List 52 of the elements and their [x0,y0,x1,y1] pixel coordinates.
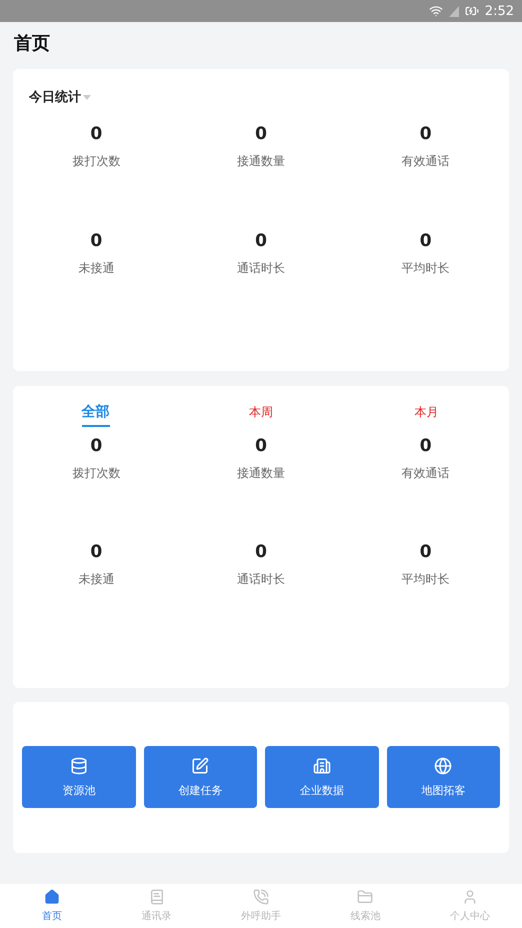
stat-label: 接通数量 [236,153,285,169]
database-icon [70,756,88,774]
wifi-icon [428,4,443,18]
action-button[interactable]: 创建任务 [144,746,257,808]
nav-tab[interactable]: 通讯录 [104,884,209,928]
stat-value: 0 [420,435,432,457]
stat-label: 未接通 [78,260,114,276]
stat-value: 0 [255,123,267,145]
stat-label: 接通数量 [236,465,285,481]
action-button[interactable]: 企业数据 [265,746,378,808]
action-button[interactable]: 资源池 [22,746,136,808]
stat-value: 0 [420,541,432,563]
globe-icon [434,756,452,774]
battery-icon [464,4,479,18]
dropdown-icon[interactable] [83,94,91,100]
stat-label: 通话时长 [236,571,285,587]
nav-tab[interactable]: 个人中心 [418,884,522,928]
stat-label: 平均时长 [402,260,450,276]
stat-value: 0 [255,435,267,457]
nav-tab[interactable]: 首页 [0,884,104,928]
period-tab[interactable]: 本月 [414,403,438,427]
stat-label: 有效通话 [402,153,450,169]
building-icon [312,756,331,774]
home-icon [44,889,60,905]
stat-label: 未接通 [78,571,114,587]
period-tab[interactable]: 本周 [248,403,273,427]
status-time: 2:52 [484,4,514,18]
stat-label: 平均时长 [402,571,450,587]
stat-label: 拨打次数 [72,465,120,481]
card-title: 今日统计 [29,88,81,106]
signal-icon [448,6,459,16]
folder-icon [357,889,374,905]
page-title: 首页 [14,32,51,56]
stat-value: 0 [90,123,102,145]
action-button[interactable]: 地图拓客 [386,746,500,808]
nav-tab[interactable]: 线索池 [313,884,418,928]
stat-label: 有效通话 [402,465,450,481]
edit-icon [191,756,210,774]
stat-value: 0 [420,230,432,252]
stat-value: 0 [90,230,102,252]
stat-value: 0 [255,541,267,563]
book-icon [148,889,165,905]
stat-value: 0 [255,230,267,252]
stat-label: 通话时长 [236,260,285,276]
stat-label: 拨打次数 [72,153,120,169]
stat-value: 0 [90,541,102,563]
stat-value: 0 [420,123,432,145]
stat-value: 0 [90,435,102,457]
phone-icon [252,889,269,905]
nav-tab[interactable]: 外呼助手 [208,884,314,928]
period-tab[interactable]: 全部 [82,403,110,427]
user-icon [462,889,478,905]
